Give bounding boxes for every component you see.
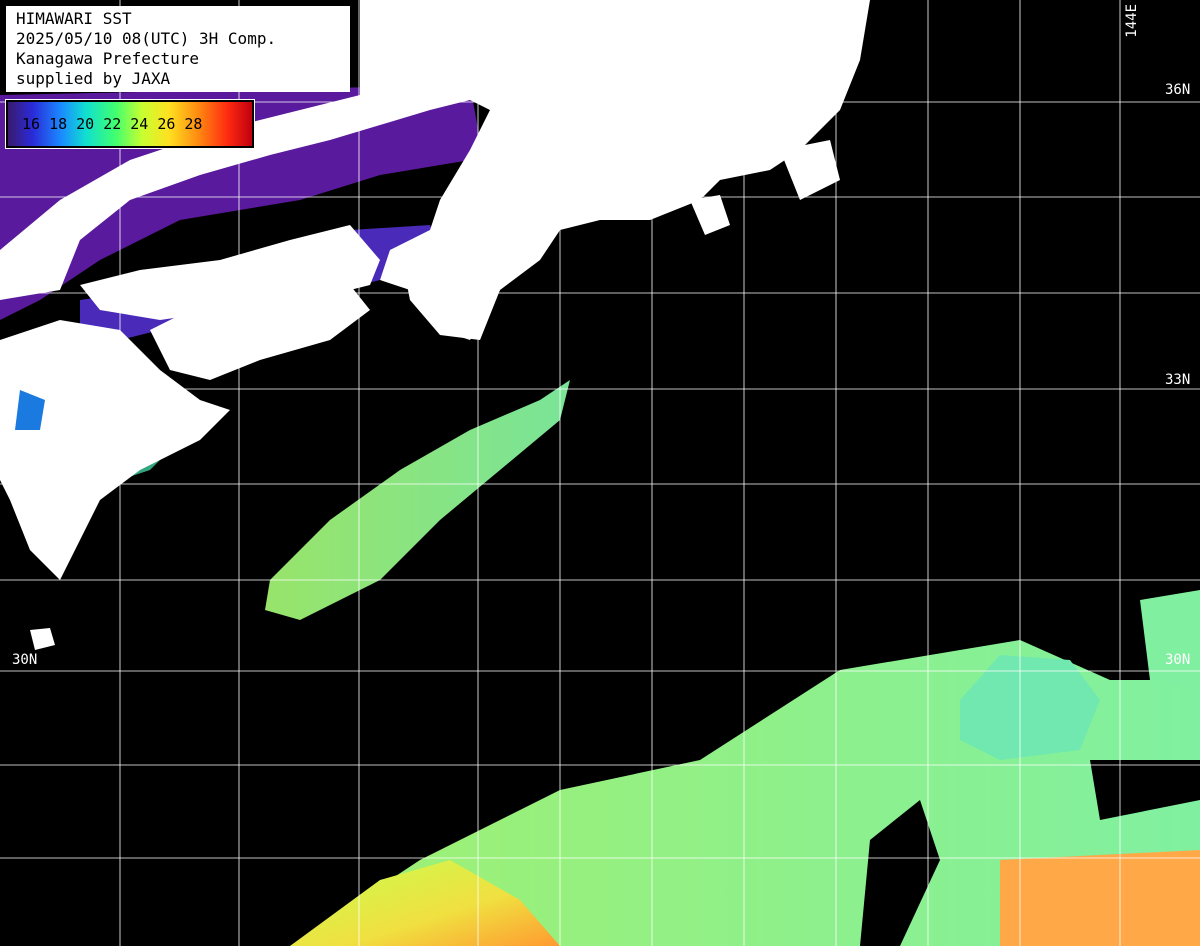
title-product: HIMAWARI SST [16,9,132,28]
sst-color-legend: 16 18 20 22 24 26 28 [5,99,255,149]
title-credit: supplied by JAXA [16,69,171,88]
legend-label-18: 18 [49,115,68,133]
sst-patch-far-east [1140,590,1200,690]
sst-map-view: 136E 144E 36N 33N 30N 30N HIMAWARI SST 2… [0,0,1200,946]
sst-patch-warm-corner [1000,850,1200,946]
title-organization: Kanagawa Prefecture [16,49,200,68]
sst-patch-central [265,380,570,620]
lat-label-33n: 33N [1165,372,1191,388]
lon-label-136e: 136E [484,4,500,38]
lat-label-30n-right: 30N [1165,652,1191,668]
legend-label-24: 24 [130,115,149,133]
lon-label-144e: 144E [1124,4,1140,38]
legend-label-20: 20 [76,115,95,133]
legend-label-16: 16 [22,115,41,133]
legend-labels: 16 18 20 22 24 26 28 [22,115,202,133]
land-izu [690,195,730,235]
title-datetime: 2025/05/10 08(UTC) 3H Comp. [16,29,277,48]
land-boso [780,140,840,200]
lat-label-36n: 36N [1165,82,1191,98]
legend-label-22: 22 [103,115,122,133]
land-island-south [30,628,55,650]
legend-label-26: 26 [157,115,176,133]
title-box: HIMAWARI SST 2025/05/10 08(UTC) 3H Comp.… [6,6,350,92]
legend-label-28: 28 [184,115,203,133]
lat-label-30n: 30N [12,652,38,668]
